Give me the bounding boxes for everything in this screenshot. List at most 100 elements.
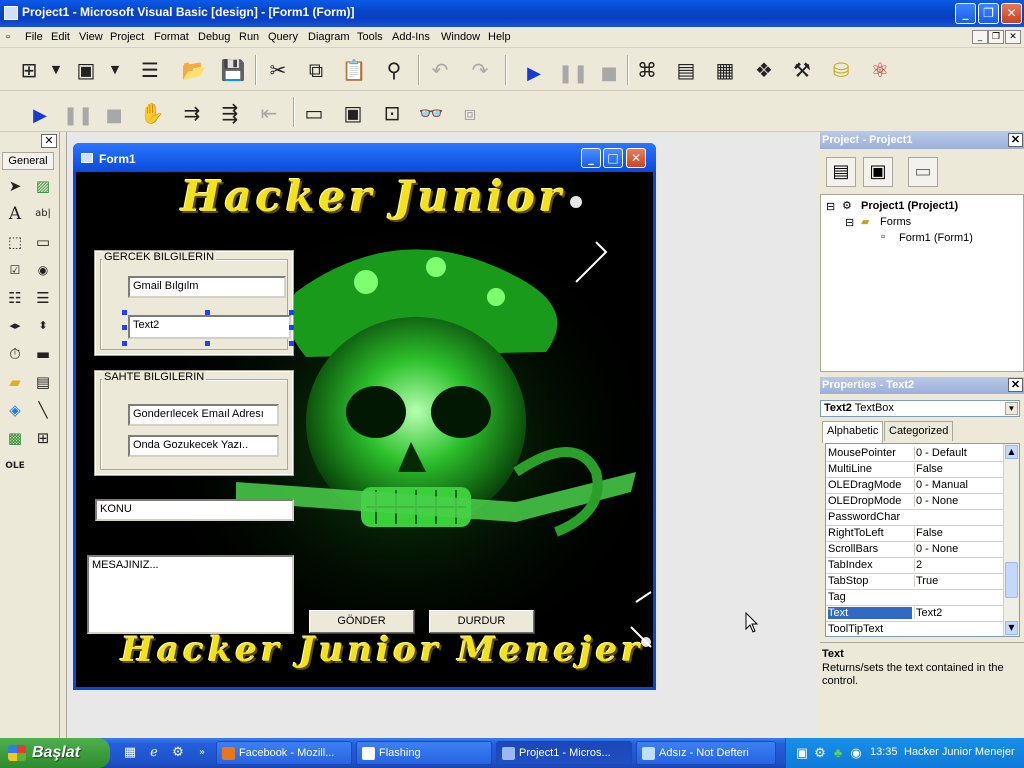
clock[interactable]: 13:35 — [870, 746, 898, 758]
tab-alphabetic[interactable]: Alphabetic — [822, 421, 884, 443]
quicklaunch-more-icon[interactable]: » — [194, 745, 210, 761]
tray-messenger-icon[interactable]: ♣ — [830, 745, 846, 761]
form1-title-bar[interactable]: Form1 _ □ ✕ — [73, 143, 656, 172]
mdi-close-button[interactable]: ✕ — [1005, 30, 1021, 44]
selection-handle[interactable] — [122, 310, 127, 315]
selection-handle[interactable] — [205, 341, 210, 346]
end-icon[interactable]: ■ — [100, 102, 128, 130]
mdi-form-icon[interactable]: ▫ — [6, 31, 10, 43]
start-icon[interactable]: ▶ — [520, 60, 548, 88]
vb-app-icon[interactable] — [4, 6, 18, 20]
immediate-window-icon[interactable]: ▣ — [339, 99, 367, 127]
quicklaunch-vb-icon[interactable]: ⚙ — [170, 745, 186, 761]
shape-tool-icon[interactable]: ◈ — [3, 399, 27, 421]
menu-debug[interactable]: Debug — [198, 31, 230, 43]
property-row[interactable]: ScrollBars 0 - None — [826, 542, 1006, 558]
selection-handle[interactable] — [289, 341, 294, 346]
component-manager-icon[interactable]: ⚛ — [866, 56, 894, 84]
copy-icon[interactable]: ⧉ — [302, 56, 330, 84]
form1-maximize-button[interactable]: □ — [603, 148, 623, 168]
scroll-down-icon[interactable]: ▼ — [1005, 621, 1018, 635]
undo-icon[interactable]: ↶ — [426, 56, 454, 84]
frame-tool-icon[interactable]: ⬚ — [3, 231, 27, 253]
quick-watch-icon[interactable]: 👓 — [417, 99, 445, 127]
optionbutton-tool-icon[interactable]: ◉ — [31, 259, 55, 281]
tray-network-icon[interactable]: ⚙ — [812, 745, 828, 761]
tree-forms-folder[interactable]: Forms — [880, 216, 911, 228]
project-explorer-icon[interactable]: ⌘ — [633, 56, 661, 84]
drivelistbox-tool-icon[interactable]: ▬ — [31, 343, 55, 365]
maximize-button[interactable]: ❐ — [978, 3, 999, 24]
line-tool-icon[interactable]: ╲ — [31, 399, 55, 421]
scroll-up-icon[interactable]: ▲ — [1005, 445, 1018, 459]
picturebox-tool-icon[interactable]: ▨ — [31, 175, 55, 197]
mdi-restore-button[interactable]: ❐ — [988, 30, 1004, 44]
form1-minimize-button[interactable]: _ — [581, 148, 601, 168]
combobox-tool-icon[interactable]: ☷ — [3, 287, 27, 309]
property-scrollbar[interactable]: ▲ ▼ — [1003, 444, 1019, 636]
pointer-tool-icon[interactable]: ➤ — [3, 175, 27, 197]
commandbutton-tool-icon[interactable]: ▭ — [31, 231, 55, 253]
menu-run[interactable]: Run — [239, 31, 259, 43]
toggle-breakpoint-icon[interactable]: ✋ — [138, 99, 166, 127]
internet-explorer-icon[interactable]: ℯ — [146, 745, 162, 761]
property-row[interactable]: Tag — [826, 590, 1006, 606]
textbox-tool-icon[interactable]: ab| — [31, 203, 55, 225]
locals-window-icon[interactable]: ▭ — [300, 99, 328, 127]
property-row-selected[interactable]: Text Text2 — [826, 606, 1006, 622]
task-vb-project[interactable]: Project1 - Micros... — [496, 741, 632, 765]
form-layout-icon[interactable]: ▦ — [711, 56, 739, 84]
property-row[interactable]: OLEDropMode 0 - None — [826, 494, 1006, 510]
fake-info-frame[interactable]: SAHTE BILGILERIN Gonderılecek Emaıl Adre… — [94, 370, 294, 476]
menu-view[interactable]: View — [79, 31, 103, 43]
close-button[interactable]: ✕ — [1001, 3, 1022, 24]
menu-help[interactable]: Help — [488, 31, 511, 43]
send-email-textbox[interactable]: Gonderılecek Emaıl Adresı — [128, 404, 279, 426]
menu-edit[interactable]: Edit — [51, 31, 70, 43]
tab-categorized[interactable]: Categorized — [884, 421, 954, 441]
data-tool-icon[interactable]: ⊞ — [31, 427, 55, 449]
property-row[interactable]: ToolTipText — [826, 622, 1006, 636]
stop-icon[interactable]: ■ — [595, 60, 623, 88]
project-tree[interactable]: ⊟ ⚙ Project1 (Project1) ⊟ ▰ Forms ▫ Form… — [820, 194, 1024, 372]
find-icon[interactable]: ⚲ — [380, 56, 408, 84]
selection-handle[interactable] — [122, 325, 127, 330]
real-info-frame[interactable]: GERCEK BILGILERIN Gmail Bılgılm Text2 — [94, 250, 294, 356]
tray-window-icon[interactable]: ▣ — [794, 745, 810, 761]
start-button[interactable]: Başlat — [0, 738, 110, 768]
dropdown-arrow-icon[interactable]: ▼ — [106, 56, 124, 84]
display-name-textbox[interactable]: Onda Gozukecek Yazı.. — [128, 435, 279, 457]
menu-window[interactable]: Window — [441, 31, 480, 43]
tree-project-root[interactable]: Project1 (Project1) — [861, 200, 958, 212]
paste-icon[interactable]: 📋 — [340, 56, 368, 84]
image-tool-icon[interactable]: ▩ — [3, 427, 27, 449]
show-desktop-icon[interactable]: ▦ — [122, 745, 138, 761]
property-row[interactable]: OLEDragMode 0 - Manual — [826, 478, 1006, 494]
menu-tools[interactable]: Tools — [357, 31, 383, 43]
task-flashing[interactable]: Flashing — [356, 741, 492, 765]
mdi-minimize-button[interactable]: _ — [972, 30, 988, 44]
dropdown-arrow-icon[interactable]: ▼ — [47, 56, 65, 84]
data-view-icon[interactable]: ⛁ — [827, 56, 855, 84]
step-over-icon[interactable]: ⇶ — [216, 99, 244, 127]
stop-button[interactable]: DURDUR — [429, 610, 534, 633]
menu-add-ins[interactable]: Add-Ins — [392, 31, 430, 43]
filelistbox-tool-icon[interactable]: ▤ — [31, 371, 55, 393]
pause-icon[interactable]: ❚❚ — [558, 60, 588, 88]
form-canvas[interactable]: Hacker Junior Hacker Junior Menejer GERC… — [76, 172, 653, 687]
add-project-icon[interactable]: ⊞ — [15, 56, 43, 84]
object-browser-icon[interactable]: ❖ — [750, 56, 778, 84]
task-firefox[interactable]: Facebook - Mozill... — [216, 741, 352, 765]
call-stack-icon[interactable]: ⧈ — [456, 99, 484, 127]
tree-expander-icon[interactable]: ⊟ — [826, 200, 835, 213]
project-pane-close-button[interactable]: ✕ — [1008, 133, 1023, 147]
dirlistbox-tool-icon[interactable]: ▰ — [3, 371, 27, 393]
label-tool-icon[interactable]: A — [3, 203, 27, 225]
selection-handle[interactable] — [122, 341, 127, 346]
start-icon[interactable]: ▶ — [26, 102, 54, 130]
ole-tool-icon[interactable]: OLE — [3, 455, 27, 477]
menu-format[interactable]: Format — [154, 31, 189, 43]
toolbox-icon[interactable]: ⚒ — [788, 56, 816, 84]
tree-form1-item[interactable]: Form1 (Form1) — [899, 232, 973, 244]
property-row[interactable]: PasswordChar — [826, 510, 1006, 526]
